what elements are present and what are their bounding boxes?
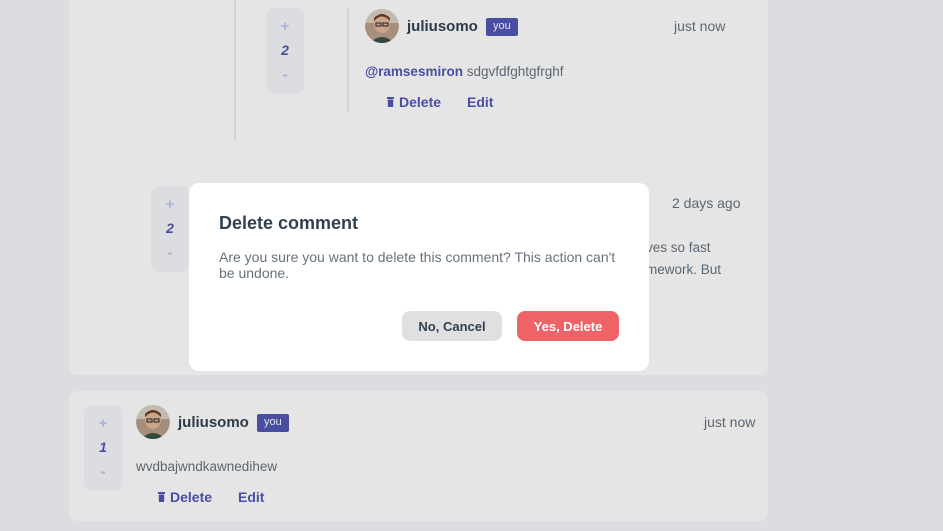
cancel-button[interactable]: No, Cancel <box>402 311 502 341</box>
confirm-delete-button[interactable]: Yes, Delete <box>517 311 619 341</box>
dialog-message: Are you sure you want to delete this com… <box>219 249 616 281</box>
page: + 2 - juliusomo you just now @ramsesmiro… <box>0 0 943 531</box>
delete-dialog: Delete comment Are you sure you want to … <box>189 183 649 371</box>
dialog-title: Delete comment <box>219 213 359 233</box>
